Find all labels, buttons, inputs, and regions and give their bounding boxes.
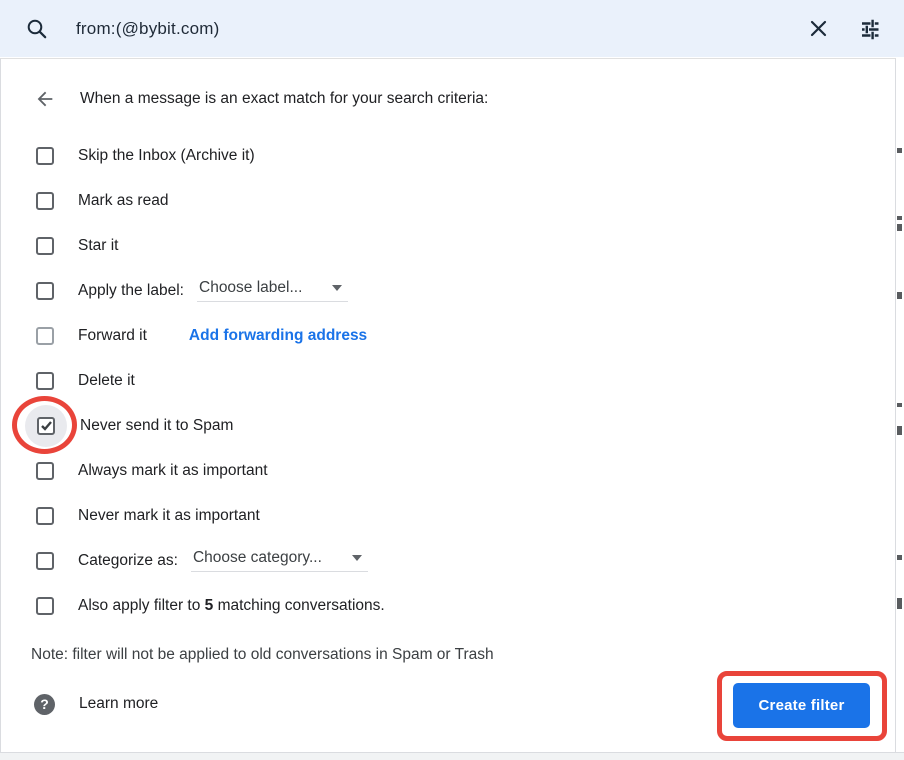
row-label: Delete it bbox=[78, 372, 135, 390]
background-content-fragment bbox=[897, 403, 902, 407]
checkbox-never-important[interactable] bbox=[36, 507, 54, 525]
dropdown-value: Choose category... bbox=[193, 549, 322, 567]
row-label: Always mark it as important bbox=[78, 462, 268, 480]
checkbox-categorize-as[interactable] bbox=[36, 552, 54, 570]
checkbox-skip-inbox[interactable] bbox=[36, 147, 54, 165]
background-content-fragment bbox=[897, 426, 902, 435]
back-arrow-icon[interactable] bbox=[34, 88, 56, 110]
row-label: Skip the Inbox (Archive it) bbox=[78, 147, 255, 165]
background-content-fragment bbox=[897, 555, 902, 560]
gmail-filter-dialog-page: from:(@bybit.com) When a message is an e… bbox=[0, 0, 904, 760]
row-label: Forward it bbox=[78, 327, 147, 345]
row-mark-as-read: Mark as read bbox=[1, 178, 895, 223]
checkbox-star-it[interactable] bbox=[36, 237, 54, 255]
row-label: Also apply filter to 5 matching conversa… bbox=[78, 597, 385, 615]
background-content-fragment bbox=[897, 224, 902, 231]
background-content-fragment bbox=[897, 216, 902, 220]
filter-options-panel: When a message is an exact match for you… bbox=[0, 58, 896, 752]
choose-category-dropdown[interactable]: Choose category... bbox=[191, 549, 368, 572]
note-text: Note: filter will not be applied to old … bbox=[1, 646, 895, 664]
search-bar: from:(@bybit.com) bbox=[0, 0, 904, 57]
help-icon[interactable]: ? bbox=[34, 694, 55, 715]
row-always-important: Always mark it as important bbox=[1, 448, 895, 493]
choose-label-dropdown[interactable]: Choose label... bbox=[197, 279, 348, 302]
row-label: Categorize as: bbox=[78, 552, 178, 570]
filter-option-rows: Skip the Inbox (Archive it) Mark as read… bbox=[1, 133, 895, 628]
checkbox-never-spam-checked[interactable] bbox=[37, 417, 55, 435]
row-never-spam: Never send it to Spam bbox=[1, 403, 895, 448]
add-forwarding-address-link[interactable]: Add forwarding address bbox=[189, 327, 367, 345]
checkbox-apply-label[interactable] bbox=[36, 282, 54, 300]
background-content-fragment bbox=[897, 292, 902, 299]
row-never-important: Never mark it as important bbox=[1, 493, 895, 538]
row-forward-it: Forward it Add forwarding address bbox=[1, 313, 895, 358]
checkbox-always-important[interactable] bbox=[36, 462, 54, 480]
row-label: Mark as read bbox=[78, 192, 168, 210]
row-categorize-as: Categorize as: Choose category... bbox=[1, 538, 895, 583]
checkbox-also-apply[interactable] bbox=[36, 597, 54, 615]
background-page-sliver bbox=[896, 58, 904, 752]
matching-count: 5 bbox=[205, 597, 214, 614]
panel-bottom-edge bbox=[0, 752, 904, 760]
panel-title: When a message is an exact match for you… bbox=[80, 90, 488, 108]
checkbox-hover-circle bbox=[25, 405, 67, 447]
checkbox-mark-as-read[interactable] bbox=[36, 192, 54, 210]
row-star-it: Star it bbox=[1, 223, 895, 268]
learn-more-link[interactable]: Learn more bbox=[79, 695, 158, 713]
checkbox-forward-it[interactable] bbox=[36, 327, 54, 345]
row-label: Never send it to Spam bbox=[80, 417, 233, 435]
row-label: Apply the label: bbox=[78, 282, 184, 300]
row-label: Star it bbox=[78, 237, 118, 255]
close-icon[interactable] bbox=[809, 19, 828, 38]
row-also-apply: Also apply filter to 5 matching conversa… bbox=[1, 583, 895, 628]
chevron-down-icon bbox=[352, 555, 362, 561]
search-icon[interactable] bbox=[26, 18, 48, 40]
row-label: Never mark it as important bbox=[78, 507, 260, 525]
chevron-down-icon bbox=[332, 285, 342, 291]
checkbox-delete-it[interactable] bbox=[36, 372, 54, 390]
dropdown-value: Choose label... bbox=[199, 279, 302, 297]
row-skip-inbox: Skip the Inbox (Archive it) bbox=[1, 133, 895, 178]
search-options-tune-icon[interactable] bbox=[858, 17, 882, 41]
row-delete-it: Delete it bbox=[1, 358, 895, 403]
create-filter-button[interactable]: Create filter bbox=[733, 683, 870, 728]
row-apply-label: Apply the label: Choose label... bbox=[1, 268, 895, 313]
search-input[interactable]: from:(@bybit.com) bbox=[76, 19, 809, 39]
background-content-fragment bbox=[897, 598, 902, 609]
background-content-fragment bbox=[897, 148, 902, 153]
panel-header: When a message is an exact match for you… bbox=[1, 79, 895, 119]
